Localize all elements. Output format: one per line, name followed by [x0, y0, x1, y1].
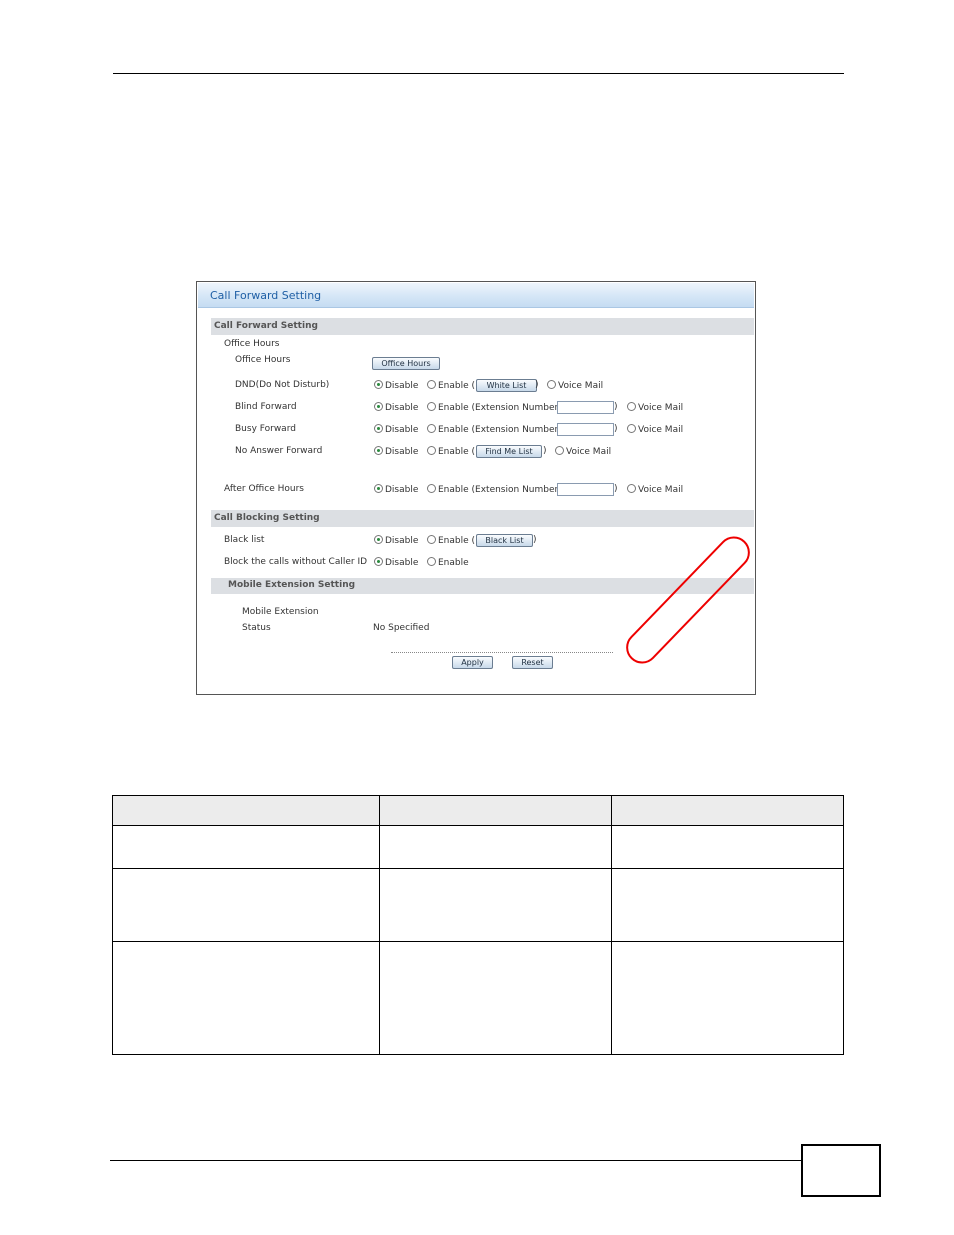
radio-icon	[627, 484, 636, 493]
radio-selected-icon	[374, 535, 383, 544]
after-hours-extension-input[interactable]	[557, 483, 614, 496]
busy-extension-input[interactable]	[557, 423, 614, 436]
dnd-label: DND(Do Not Disturb)	[235, 380, 330, 390]
after-hours-voice-mail-radio[interactable]: Voice Mail	[627, 484, 683, 495]
table-cell	[611, 868, 844, 942]
status-value: No Specified	[373, 623, 430, 633]
black-list-enable-radio[interactable]: Enable (	[427, 535, 475, 546]
no-answer-disable-radio[interactable]: Disable	[374, 446, 418, 457]
radio-icon	[427, 557, 436, 566]
blind-enable-radio[interactable]: Enable (Extension Number:	[427, 402, 561, 413]
blind-close-paren: )	[614, 402, 618, 412]
radio-icon	[427, 380, 436, 389]
table-cell	[379, 868, 612, 942]
blind-forward-label: Blind Forward	[235, 402, 297, 412]
blind-disable-radio[interactable]: Disable	[374, 402, 418, 413]
dnd-close-paren: )	[535, 380, 539, 390]
office-hours-header: Office Hours	[224, 339, 280, 349]
find-me-list-button[interactable]: Find Me List	[476, 445, 542, 458]
radio-selected-icon	[374, 484, 383, 493]
no-answer-enable-radio[interactable]: Enable (	[427, 446, 475, 457]
table-cell	[112, 941, 380, 1055]
radio-icon	[427, 424, 436, 433]
radio-selected-icon	[374, 424, 383, 433]
busy-forward-label: Busy Forward	[235, 424, 296, 434]
radio-icon	[627, 424, 636, 433]
header-rule	[113, 73, 844, 74]
radio-icon	[427, 484, 436, 493]
radio-selected-icon	[374, 402, 383, 411]
after-hours-enable-radio[interactable]: Enable (Extension Number:	[427, 484, 561, 495]
table-cell	[611, 941, 844, 1055]
apply-button[interactable]: Apply	[452, 656, 493, 669]
black-list-button[interactable]: Black List	[476, 534, 533, 547]
radio-icon	[627, 402, 636, 411]
table-row	[112, 941, 844, 1055]
dnd-voice-mail-radio[interactable]: Voice Mail	[547, 380, 603, 391]
table-row	[112, 825, 844, 869]
dnd-enable-radio[interactable]: Enable (	[427, 380, 475, 391]
table-row	[112, 868, 844, 942]
radio-icon	[547, 380, 556, 389]
black-list-close-paren: )	[533, 535, 537, 545]
busy-voice-mail-radio[interactable]: Voice Mail	[627, 424, 683, 435]
blind-voice-mail-radio[interactable]: Voice Mail	[627, 402, 683, 413]
dnd-disable-radio[interactable]: Disable	[374, 380, 418, 391]
after-office-hours-label: After Office Hours	[224, 484, 304, 494]
mobile-extension-label: Mobile Extension	[242, 607, 319, 617]
table-header-row	[112, 795, 844, 826]
radio-icon	[427, 535, 436, 544]
footer-rule	[110, 1160, 802, 1161]
table-cell	[379, 941, 612, 1055]
call-forward-section-header: Call Forward Setting	[211, 318, 754, 335]
no-caller-id-disable-radio[interactable]: Disable	[374, 557, 418, 568]
blank-table	[112, 795, 844, 1055]
radio-icon	[555, 446, 564, 455]
busy-disable-radio[interactable]: Disable	[374, 424, 418, 435]
status-label: Status	[242, 623, 271, 633]
radio-selected-icon	[374, 380, 383, 389]
radio-selected-icon	[374, 446, 383, 455]
table-cell	[379, 795, 612, 826]
reset-button[interactable]: Reset	[512, 656, 553, 669]
radio-icon	[427, 402, 436, 411]
no-answer-voice-mail-radio[interactable]: Voice Mail	[555, 446, 611, 457]
busy-close-paren: )	[614, 424, 618, 434]
table-cell	[611, 825, 844, 869]
radio-icon	[427, 446, 436, 455]
no-caller-id-label: Block the calls without Caller ID	[224, 557, 368, 567]
table-cell	[112, 825, 380, 869]
table-cell	[379, 825, 612, 869]
no-caller-id-enable-radio[interactable]: Enable	[427, 557, 469, 568]
separator	[391, 652, 613, 653]
table-cell	[112, 868, 380, 942]
table-cell	[611, 795, 844, 826]
blind-extension-input[interactable]	[557, 401, 614, 414]
page-number-box	[801, 1144, 881, 1197]
black-list-disable-radio[interactable]: Disable	[374, 535, 418, 546]
after-hours-close-paren: )	[614, 484, 618, 494]
radio-selected-icon	[374, 557, 383, 566]
table-cell	[112, 795, 380, 826]
no-answer-close-paren: )	[543, 446, 547, 456]
black-list-label: Black list	[224, 535, 265, 545]
title-bar: Call Forward Setting	[198, 283, 754, 308]
busy-enable-radio[interactable]: Enable (Extension Number:	[427, 424, 561, 435]
white-list-button[interactable]: White List	[476, 379, 537, 392]
after-hours-disable-radio[interactable]: Disable	[374, 484, 418, 495]
call-blocking-section-header: Call Blocking Setting	[211, 510, 754, 527]
office-hours-label: Office Hours	[235, 355, 291, 365]
no-answer-forward-label: No Answer Forward	[235, 446, 323, 456]
window-title: Call Forward Setting	[210, 289, 322, 302]
office-hours-button[interactable]: Office Hours	[372, 357, 440, 370]
